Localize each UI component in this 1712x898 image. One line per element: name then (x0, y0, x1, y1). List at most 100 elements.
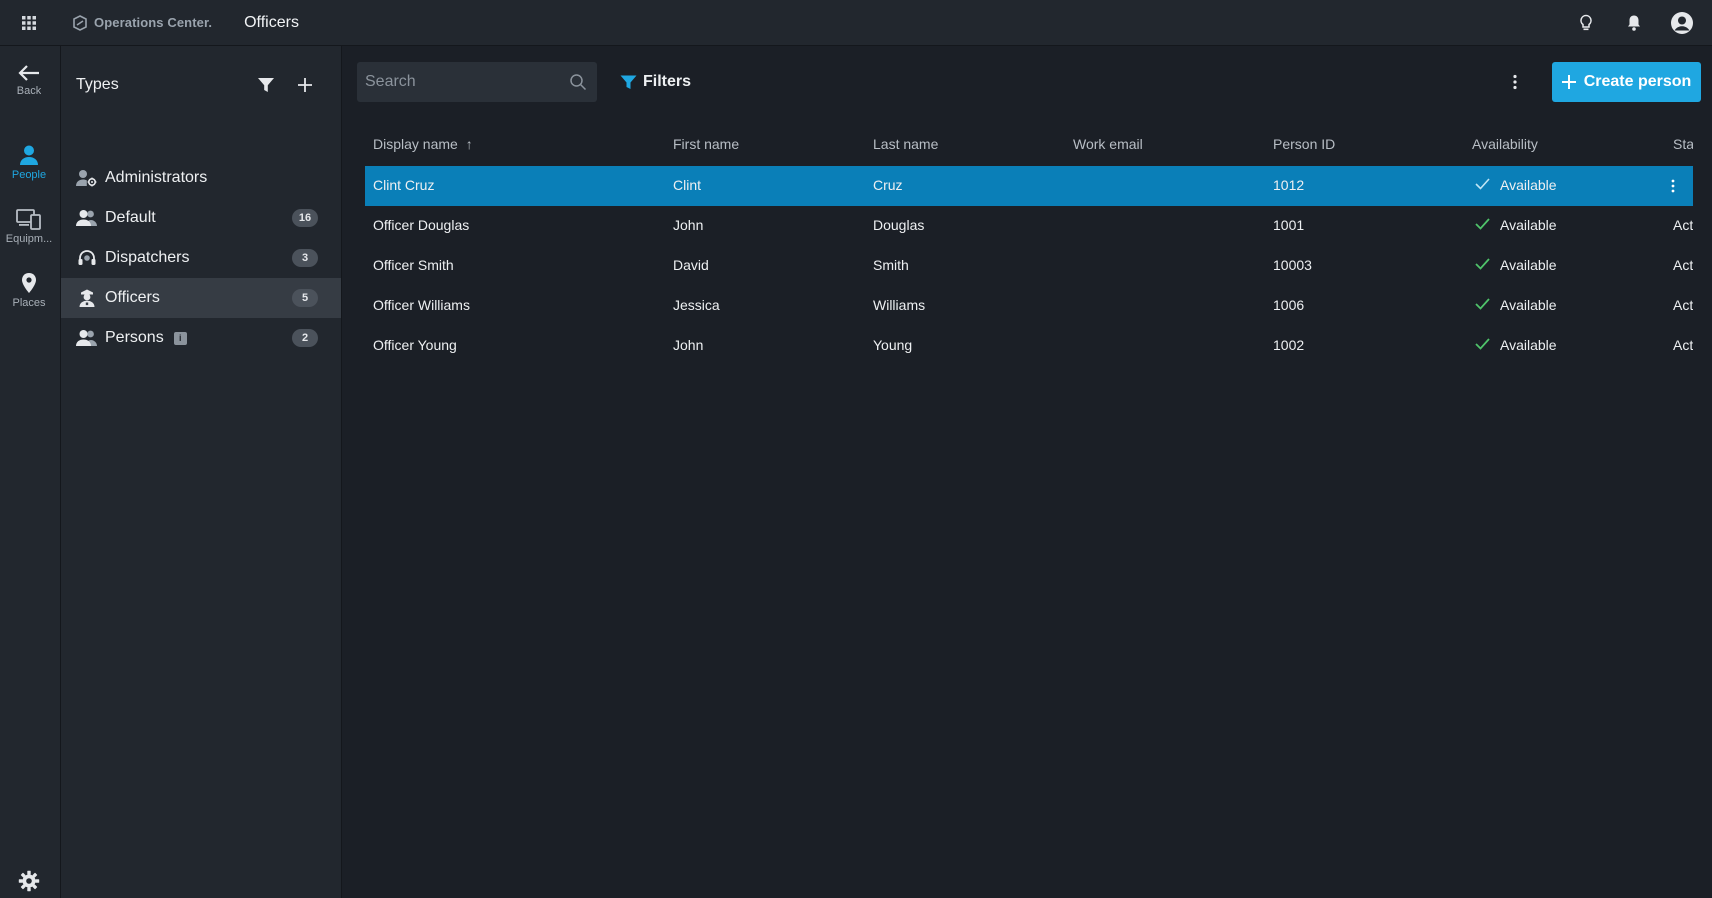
type-label: Administrators (105, 169, 208, 186)
cell-first-name: Jessica (673, 297, 720, 313)
user-account-button[interactable] (1658, 0, 1706, 46)
headset-icon (76, 248, 98, 268)
type-item-dispatchers[interactable]: Dispatchers 3 (61, 238, 341, 278)
type-item-administrators[interactable]: Administrators (61, 158, 341, 198)
group-icon (76, 328, 98, 348)
rail-label: Equipm... (5, 233, 53, 245)
cell-display-name: Officer Young (373, 337, 457, 353)
cell-last-name: Young (873, 337, 913, 353)
page-title: Officers (244, 13, 299, 31)
cell-status: Act (1673, 257, 1693, 273)
table-row[interactable]: Officer Williams Jessica Williams 1006 A… (365, 286, 1693, 326)
officer-icon (76, 288, 98, 308)
rail-label: Back (16, 85, 42, 97)
cell-status: Act (1673, 217, 1693, 233)
types-filter-button[interactable] (251, 70, 281, 100)
rail-item-places[interactable]: Places (0, 272, 58, 332)
cell-person-id: 1006 (1273, 297, 1305, 313)
search-icon[interactable] (569, 73, 587, 91)
brand-name: Operations Center. (94, 15, 213, 30)
cell-display-name: Officer Smith (373, 257, 454, 273)
types-heading: Types (76, 76, 119, 93)
cell-last-name: Cruz (873, 177, 903, 193)
tips-button[interactable] (1562, 0, 1610, 46)
settings-button[interactable] (14, 866, 44, 896)
brand-mark-icon (73, 14, 87, 31)
top-bar: Operations Center. Officers (0, 0, 1712, 46)
count-badge: 3 (292, 249, 318, 267)
gear-icon (18, 870, 40, 892)
app-launcher-button[interactable] (0, 0, 58, 46)
cell-availability: Available (1500, 177, 1557, 193)
add-type-button[interactable] (290, 70, 320, 100)
types-panel: Types Administrators Default 16 Dispatch… (61, 46, 342, 898)
cell-availability: Available (1500, 217, 1557, 233)
cell-display-name: Officer Douglas (373, 217, 470, 233)
table-header: Display name ↑ First name Last name Work… (365, 124, 1693, 166)
table-row[interactable]: Officer Douglas John Douglas 1001 Availa… (365, 206, 1693, 246)
admin-user-icon (76, 168, 98, 188)
rail-item-back[interactable]: Back (0, 64, 58, 124)
cell-availability: Available (1500, 337, 1557, 353)
notifications-button[interactable] (1610, 0, 1658, 46)
type-label: Officers (105, 289, 160, 306)
cell-availability: Available (1500, 257, 1557, 273)
people-table: Display name ↑ First name Last name Work… (365, 124, 1693, 364)
sort-ascending-icon: ↑ (465, 136, 473, 152)
cell-status: Act (1673, 337, 1693, 353)
info-icon[interactable]: i (173, 331, 187, 345)
cell-person-id: 10003 (1273, 257, 1312, 273)
type-label: Default (105, 209, 156, 226)
type-item-persons[interactable]: Persons i 2 (61, 318, 341, 358)
plus-icon (1561, 75, 1576, 89)
cell-person-id: 1002 (1273, 337, 1305, 353)
avatar-icon (1671, 12, 1693, 34)
column-header-first-name[interactable]: First name (673, 136, 739, 152)
rail-item-people[interactable]: People (0, 144, 58, 204)
column-header-display-name[interactable]: Display name ↑ (373, 136, 473, 152)
rail-item-equipment[interactable]: Equipm... (0, 208, 58, 268)
types-list: Administrators Default 16 Dispatchers 3 … (61, 158, 341, 358)
search-input[interactable] (357, 73, 557, 91)
cell-availability: Available (1500, 297, 1557, 313)
bell-icon (1628, 15, 1640, 31)
table-row[interactable]: Officer Smith David Smith 10003 Availabl… (365, 246, 1693, 286)
cell-last-name: Smith (873, 257, 909, 273)
type-item-officers[interactable]: Officers 5 (61, 278, 341, 318)
type-label: Dispatchers (105, 249, 190, 266)
column-header-work-email[interactable]: Work email (1073, 136, 1143, 152)
column-header-person-id[interactable]: Person ID (1273, 136, 1335, 152)
lightbulb-icon (1580, 14, 1592, 31)
cell-person-id: 1001 (1273, 217, 1305, 233)
table-row[interactable]: Officer Young John Young 1002 Available … (365, 326, 1693, 364)
column-header-last-name[interactable]: Last name (873, 136, 938, 152)
cell-status: Act (1673, 297, 1693, 313)
count-badge: 2 (292, 329, 318, 347)
table-body: Clint Cruz Clint Cruz 1012 Available Off… (365, 166, 1693, 364)
plus-icon (298, 78, 312, 92)
location-pin-icon (22, 273, 36, 293)
row-menu-button[interactable] (1665, 176, 1681, 196)
create-person-label: Create person (1583, 73, 1692, 90)
group-icon (76, 208, 98, 228)
checkmark-icon (1475, 218, 1490, 230)
filters-button[interactable]: Filters (620, 68, 691, 96)
rail-label: Places (12, 297, 46, 309)
checkmark-icon (1475, 298, 1490, 310)
cell-first-name: John (673, 337, 704, 353)
count-badge: 16 (292, 209, 318, 227)
navigation-rail: Back People Equipm... Places (0, 46, 61, 898)
cell-first-name: Clint (673, 177, 702, 193)
create-person-button[interactable]: Create person (1552, 62, 1701, 102)
column-header-availability[interactable]: Availability (1472, 136, 1538, 152)
brand-logo[interactable]: Operations Center. (72, 14, 213, 31)
count-badge: 5 (292, 289, 318, 307)
rail-label: People (11, 169, 47, 181)
grid-icon (22, 15, 36, 30)
column-header-status[interactable]: Sta (1673, 136, 1693, 152)
column-header-label: Display name (373, 136, 458, 152)
type-item-default[interactable]: Default 16 (61, 198, 341, 238)
table-row[interactable]: Clint Cruz Clint Cruz 1012 Available (365, 166, 1693, 206)
cell-display-name: Officer Williams (373, 297, 470, 313)
more-options-button[interactable] (1500, 68, 1530, 96)
